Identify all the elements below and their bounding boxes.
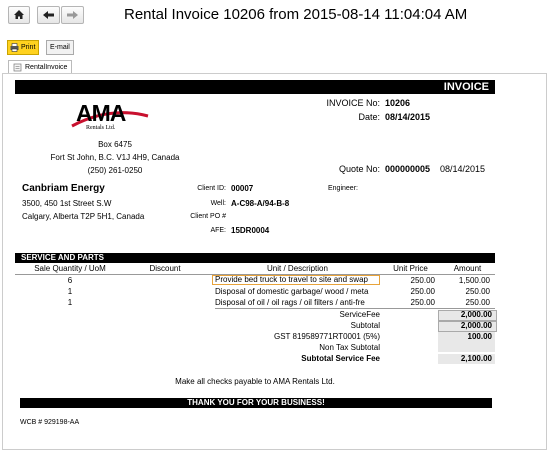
invoice-heading: INVOICE (443, 81, 489, 93)
gst-label: GST 819589771RT0001 (5%) (274, 332, 380, 341)
well-value: A-C98-A/94-B-8 (231, 199, 290, 208)
section-title: SERVICE AND PARTS (21, 253, 104, 262)
row-description: Provide bed truck to travel to site and … (212, 275, 380, 285)
client-po-label: Client PO # (190, 213, 226, 220)
row-description: Disposal of oil / oil rags / oil filters… (215, 298, 365, 307)
subtotal-service-label: Subtotal Service Fee (301, 354, 380, 363)
print-button[interactable]: Print (7, 40, 40, 55)
subtotal-service-value: 2,100.00 (460, 354, 492, 363)
client-id-label: Client ID: (197, 185, 226, 192)
company-city: Fort St John, B.C. V1J 4H9, Canada (50, 153, 180, 162)
company-box: Box 6475 (98, 140, 132, 149)
date-value: 08/14/2015 (385, 112, 431, 122)
engineer-label: Engineer: (328, 185, 358, 192)
forward-button[interactable] (61, 6, 84, 24)
window-title: Rental Invoice 10206 from 2015-08-14 11:… (124, 6, 468, 23)
row-unit-price: 250.00 (410, 287, 435, 296)
invoice-header-bar: INVOICE (15, 80, 495, 94)
row-amount: 250.00 (465, 298, 490, 307)
home-button[interactable] (8, 6, 30, 24)
arrow-left-icon (43, 11, 54, 19)
date-label: Date: (358, 112, 380, 122)
quote-date: 08/14/2015 (440, 164, 486, 174)
subtotal-label: Subtotal (350, 321, 380, 330)
col-qty: Sale Quantity / UoM (34, 264, 106, 273)
client-id-value: 00007 (231, 184, 254, 193)
wcb-number: WCB # 929198-AA (20, 419, 80, 426)
printer-icon (10, 43, 19, 52)
gst-value: 100.00 (467, 332, 492, 341)
thanks-text: THANK YOU FOR YOUR BUSINESS! (187, 398, 325, 407)
quote-no: 000000005 (385, 164, 431, 174)
col-discount: Discount (149, 264, 181, 273)
company-phone: (250) 261-0250 (87, 166, 143, 175)
thanks-bar: THANK YOU FOR YOUR BUSINESS! (20, 398, 492, 408)
table-row[interactable]: 1 Disposal of oil / oil rags / oil filte… (15, 298, 495, 308)
col-amount: Amount (453, 264, 482, 273)
row-qty: 1 (67, 287, 73, 296)
row-amount: 250.00 (465, 287, 490, 296)
document-icon (13, 63, 22, 72)
arrow-right-icon (67, 11, 78, 19)
print-label: Print (21, 44, 36, 51)
row-unit-price: 250.00 (410, 298, 435, 307)
company-logo: AMA Rentals Ltd. (70, 100, 150, 136)
client-address-2: Calgary, Alberta T2P 5H1, Canada (22, 212, 145, 221)
tab-rentalinvoice[interactable]: RentalInvoice (8, 60, 73, 74)
service-fee-label: ServiceFee (339, 310, 380, 319)
client-name: Canbriam Energy (22, 183, 105, 194)
table-row[interactable]: 1 Disposal of domestic garbage/ wood / m… (15, 287, 495, 297)
row-unit-price: 250.00 (410, 276, 435, 285)
afe-label: AFE: (210, 227, 226, 234)
section-bar: SERVICE AND PARTS (15, 253, 495, 263)
invoice-no-value: 10206 (385, 98, 411, 108)
row-qty: 6 (67, 276, 73, 285)
email-label: E-mail (50, 44, 70, 51)
email-button[interactable]: E-mail (46, 40, 74, 55)
logo-subtext: Rentals Ltd. (86, 125, 116, 131)
table-row[interactable]: 6 Provide bed truck to travel to site an… (15, 275, 495, 286)
rows-divider (215, 308, 495, 309)
table-header: Sale Quantity / UoM Discount Unit / Desc… (15, 264, 495, 275)
well-label: Well: (210, 200, 226, 207)
col-description: Unit / Description (267, 264, 328, 273)
service-fee-value: 2,000.00 (460, 310, 492, 319)
payable-note: Make all checks payable to AMA Rentals L… (175, 377, 335, 386)
row-description: Disposal of domestic garbage/ wood / met… (215, 287, 369, 296)
invoice-no-label: INVOICE No: (326, 98, 380, 108)
row-amount: 1,500.00 (458, 276, 490, 285)
back-button[interactable] (37, 6, 60, 24)
row-qty: 1 (67, 298, 73, 307)
subtotal-value: 2,000.00 (460, 321, 492, 330)
non-tax-subtotal-label: Non Tax Subtotal (319, 343, 380, 352)
tab-label: RentalInvoice (25, 64, 68, 71)
afe-value: 15DR0004 (231, 226, 270, 235)
home-icon (14, 10, 24, 19)
quote-label: Quote No: (338, 164, 380, 174)
logo-text: AMA (76, 100, 126, 126)
col-unit-price: Unit Price (393, 264, 428, 273)
client-address-1: 3500, 450 1st Street S.W (22, 199, 112, 208)
